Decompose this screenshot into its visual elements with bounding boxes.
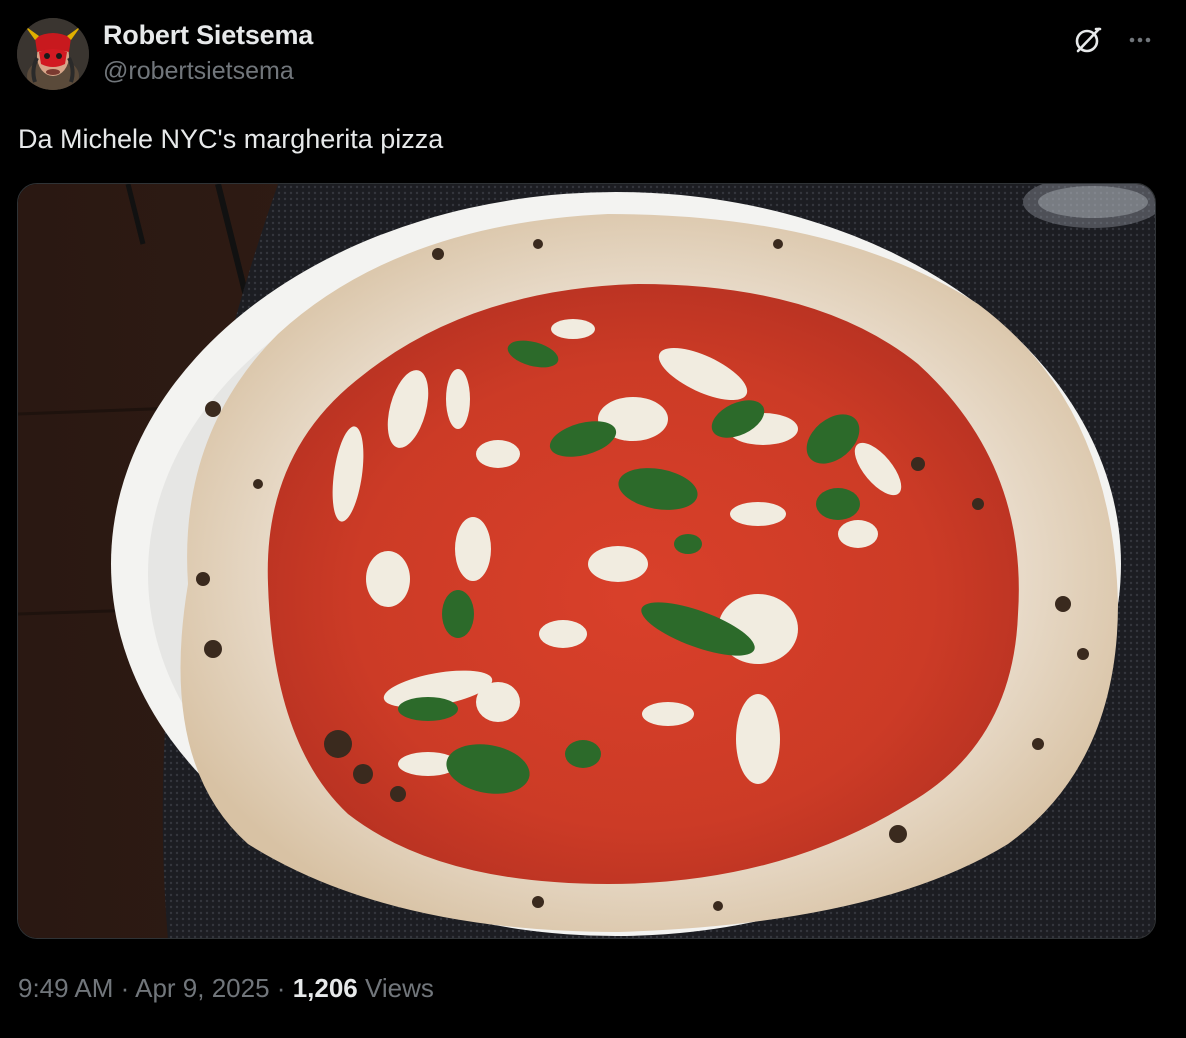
views-label: Views <box>365 973 434 1003</box>
devil-mask-avatar-icon <box>17 18 89 90</box>
tweet-text: Da Michele NYC's margherita pizza <box>18 124 444 154</box>
tweet-date[interactable]: Apr 9, 2025 <box>135 973 269 1003</box>
tweet-photo[interactable] <box>17 183 1156 939</box>
tweet-meta: 9:49 AM · Apr 9, 2025 · 1,206 Views <box>18 973 434 1004</box>
author-handle[interactable]: @robertsietsema <box>103 57 294 86</box>
meta-separator: · <box>120 973 130 1003</box>
views-count: 1,206 <box>292 973 358 1003</box>
author-display-name[interactable]: Robert Sietsema <box>103 20 313 51</box>
tweet-time[interactable]: 9:49 AM <box>18 973 113 1003</box>
avatar[interactable] <box>17 18 89 90</box>
meta-separator: · <box>276 973 286 1003</box>
more-options-icon[interactable] <box>1124 26 1156 54</box>
grok-icon[interactable] <box>1072 24 1104 56</box>
